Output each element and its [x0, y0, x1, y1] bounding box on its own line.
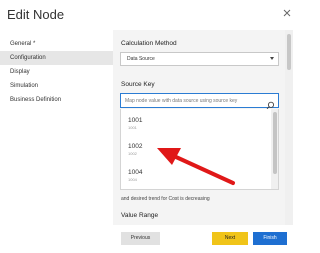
list-item-sub: 1001: [128, 125, 137, 130]
calculation-method-label: Calculation Method: [121, 40, 177, 47]
list-item-main: 1001: [128, 117, 143, 124]
close-icon[interactable]: [282, 8, 292, 18]
dropdown-scrollbar-thumb[interactable]: [272, 112, 277, 174]
source-key-search: [120, 93, 279, 110]
finish-button[interactable]: Finish: [253, 232, 287, 245]
dialog-title: Edit Node: [7, 7, 65, 22]
list-item-main: 1002: [128, 143, 143, 150]
search-icon[interactable]: [266, 97, 275, 110]
sidebar-item-simulation[interactable]: Simulation: [0, 79, 113, 93]
sidebar-item-display[interactable]: Display: [0, 65, 113, 79]
chevron-down-icon: [270, 57, 274, 60]
calculation-method-select[interactable]: Data Source: [120, 52, 279, 66]
value-range-label: Value Range: [121, 212, 159, 219]
previous-button[interactable]: Previous: [121, 232, 160, 245]
edit-node-dialog: Edit Node General * Configuration Displa…: [0, 0, 300, 253]
sidebar-item-business-definition[interactable]: Business Definition: [0, 93, 113, 107]
list-item[interactable]: 1001 1001: [121, 109, 278, 135]
panel-scrollbar[interactable]: [285, 30, 293, 225]
source-key-input[interactable]: [125, 96, 265, 106]
source-key-dropdown: 1001 1001 1002 1002 1004 1004: [120, 109, 279, 190]
dropdown-scrollbar[interactable]: [271, 109, 278, 189]
calculation-method-value: Data Source: [127, 56, 155, 62]
trend-description: and desired trend for Cost is decreasing: [121, 196, 210, 202]
next-button[interactable]: Next: [212, 232, 248, 245]
list-item-sub: 1004: [128, 177, 137, 182]
list-item-sub: 1002: [128, 151, 137, 156]
list-item[interactable]: 1002 1002: [121, 135, 278, 161]
source-key-label: Source Key: [121, 81, 155, 88]
panel-scrollbar-thumb[interactable]: [287, 34, 291, 70]
sidebar-item-general[interactable]: General *: [0, 37, 113, 51]
list-item-main: 1004: [128, 169, 143, 176]
sidebar-item-configuration[interactable]: Configuration: [0, 51, 113, 65]
list-item[interactable]: 1004 1004: [121, 161, 278, 187]
sidebar: General * Configuration Display Simulati…: [0, 37, 113, 253]
